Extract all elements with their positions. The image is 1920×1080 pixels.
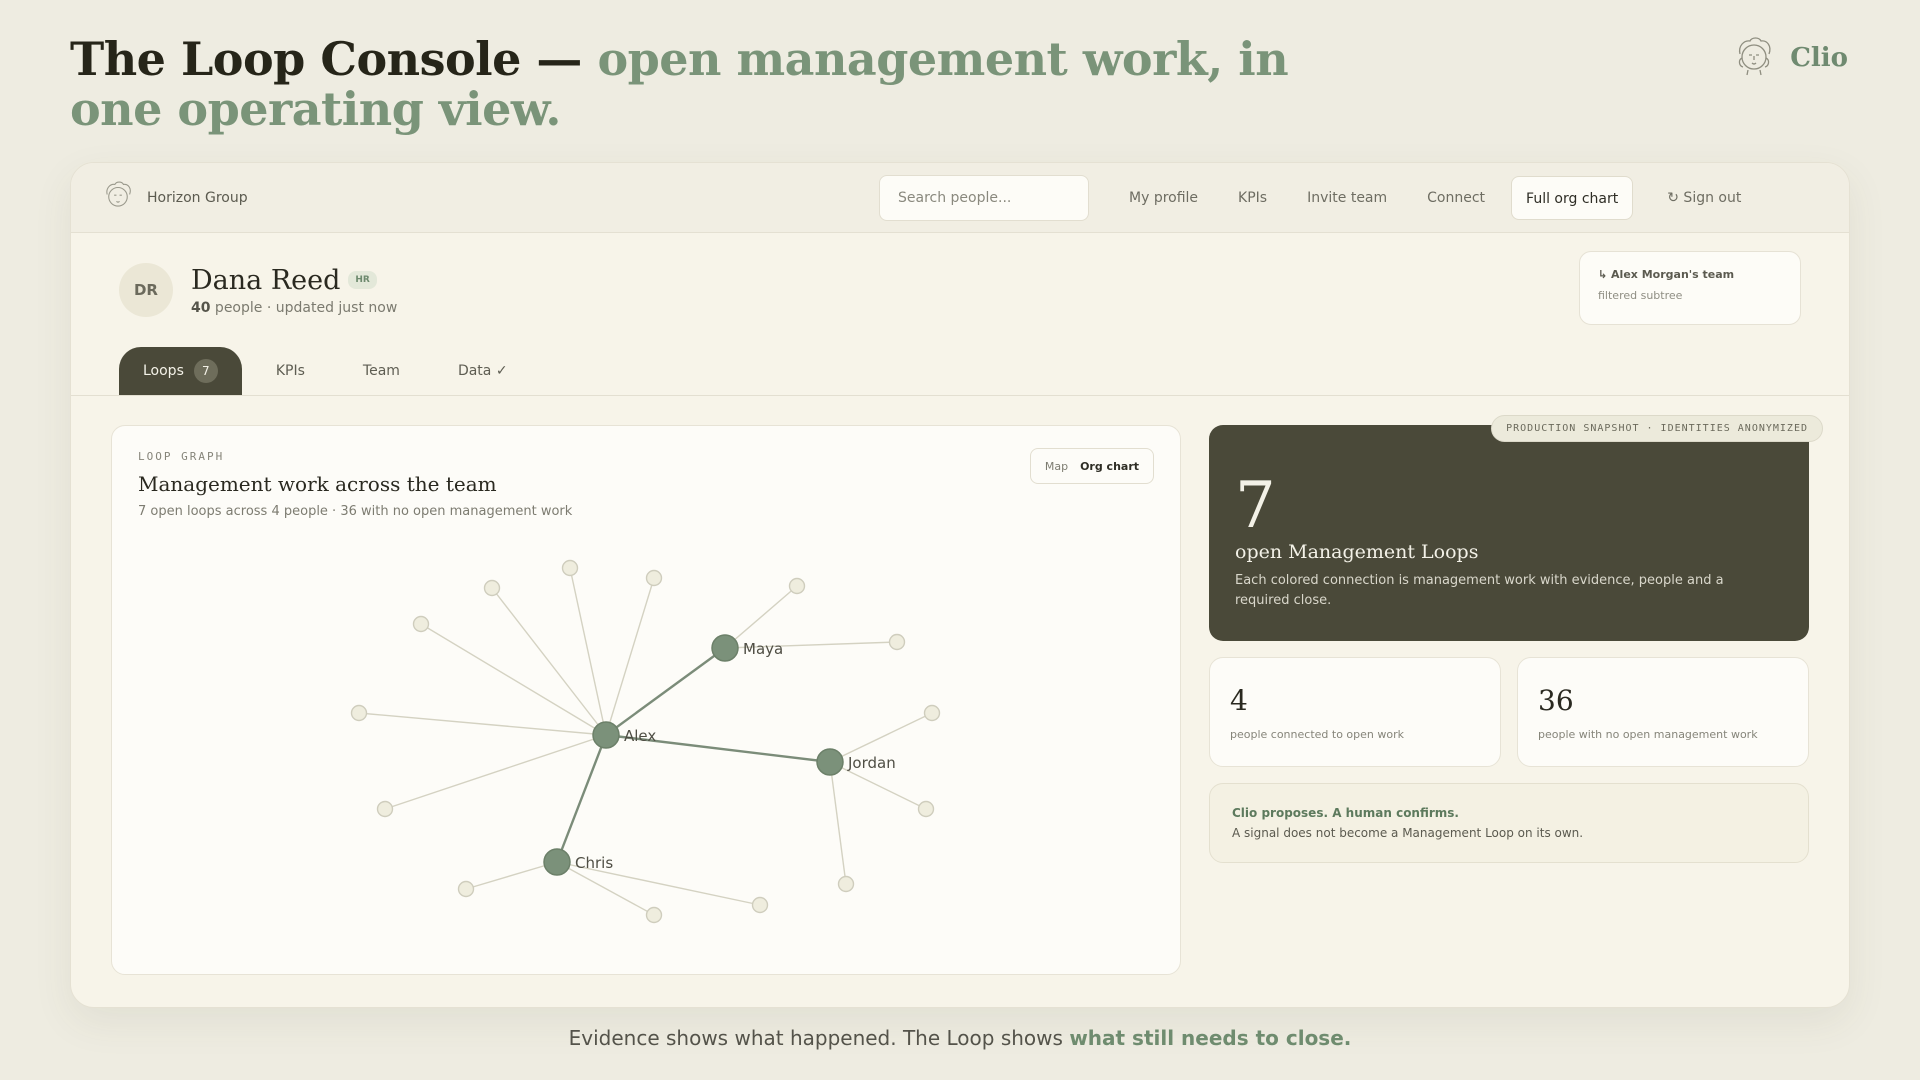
tab-loops[interactable]: Loops 7 xyxy=(119,347,242,395)
graph-node-label: Jordan xyxy=(847,754,896,772)
graph-subtitle: 7 open loops across 4 people · 36 with n… xyxy=(138,504,573,519)
team-filter-card[interactable]: ↳ Alex Morgan's team filtered subtree xyxy=(1579,251,1801,325)
graph-leaf-node xyxy=(350,704,368,722)
graph-edge xyxy=(465,861,558,890)
brand: Clio xyxy=(1732,36,1848,80)
tabs-divider xyxy=(71,395,1849,396)
profile-name: Dana Reed xyxy=(191,264,341,296)
graph-person-node xyxy=(592,721,620,749)
graph-leaf-node xyxy=(917,800,935,818)
stat-number: 4 xyxy=(1230,684,1248,717)
graph-node-label: Maya xyxy=(743,640,783,658)
graph-leaf-node xyxy=(923,704,941,722)
tab-kpis[interactable]: KPIs xyxy=(252,347,329,395)
org-name: Horizon Group xyxy=(147,189,248,206)
graph-edge xyxy=(358,712,607,736)
open-loops-hero: PRODUCTION SNAPSHOT · IDENTITIES ANONYMI… xyxy=(1209,415,1823,641)
footer-lead: Evidence shows what happened. The Loop s… xyxy=(568,1026,1070,1050)
open-loops-description: Each colored connection is management wo… xyxy=(1235,573,1724,608)
profile-meta-suffix: people · updated just now xyxy=(210,299,398,316)
graph-edge xyxy=(420,623,607,736)
profile-meta: 40 people · updated just now xyxy=(191,300,397,316)
tab-loops-label: Loops xyxy=(143,363,184,379)
top-nav: My profile KPIs Invite team Connect Full… xyxy=(1115,175,1755,221)
graph-leaf-node xyxy=(457,880,475,898)
stat-label: people with no open management work xyxy=(1538,728,1758,741)
loop-edge xyxy=(555,734,608,863)
tab-data[interactable]: Data ✓ xyxy=(434,347,532,395)
graph-edge xyxy=(724,585,798,649)
graph-leaf-node xyxy=(561,559,579,577)
graph-leaf-node xyxy=(888,633,906,651)
stat-card-connected: 4 people connected to open work xyxy=(1209,657,1501,767)
open-loops-label: open Management Loops xyxy=(1235,541,1479,563)
graph-leaf-node xyxy=(376,800,394,818)
org-switcher[interactable]: Horizon Group xyxy=(101,180,248,216)
page-headline: The Loop Console — open management work,… xyxy=(70,34,1310,134)
brand-name: Clio xyxy=(1790,43,1848,73)
nav-connect[interactable]: Connect xyxy=(1413,176,1499,220)
view-toggle: Map Org chart xyxy=(1029,448,1154,484)
graph-leaf-node xyxy=(837,875,855,893)
view-toggle-map[interactable]: Map xyxy=(1045,460,1068,473)
stat-number: 36 xyxy=(1538,684,1574,717)
graph-edge xyxy=(384,734,607,810)
view-toggle-org-chart[interactable]: Org chart xyxy=(1080,460,1139,473)
console-window: Horizon Group My profile KPIs Invite tea… xyxy=(70,162,1850,1008)
top-bar: Horizon Group My profile KPIs Invite tea… xyxy=(71,163,1849,233)
stat-label: people connected to open work xyxy=(1230,728,1404,741)
graph-leaf-node xyxy=(751,896,769,914)
graph-edge xyxy=(605,577,655,736)
org-logo-icon xyxy=(101,180,135,216)
profile-header: DR Dana Reed HR 40 people · updated just… xyxy=(119,263,397,317)
graph-edge xyxy=(491,587,607,736)
clio-face-logo-icon xyxy=(1732,36,1776,80)
full-org-chart-button[interactable]: Full org chart xyxy=(1511,176,1634,220)
graph-eyebrow: LOOP GRAPH xyxy=(138,450,225,463)
stat-card-no-open-work: 36 people with no open management work xyxy=(1517,657,1809,767)
graph-leaf-node xyxy=(645,569,663,587)
team-filter-subtitle: filtered subtree xyxy=(1598,289,1683,302)
loop-edge xyxy=(605,647,726,736)
graph-leaf-node xyxy=(483,579,501,597)
graph-person-node xyxy=(711,634,739,662)
tab-team[interactable]: Team xyxy=(339,347,424,395)
note-title: Clio proposes. A human confirms. xyxy=(1232,806,1459,820)
note-text: A signal does not become a Management Lo… xyxy=(1232,826,1584,840)
team-filter-title: ↳ Alex Morgan's team xyxy=(1598,268,1735,281)
footer-tagline: Evidence shows what happened. The Loop s… xyxy=(0,1026,1920,1050)
graph-node-label: Alex xyxy=(624,727,656,745)
graph-title: Management work across the team xyxy=(138,472,497,496)
graph-leaf-node xyxy=(645,906,663,924)
open-loops-count: 7 xyxy=(1235,469,1276,543)
sign-out-button[interactable]: ↻ Sign out xyxy=(1653,176,1755,220)
tab-bar: Loops 7 KPIs Team Data ✓ xyxy=(119,347,542,395)
nav-my-profile[interactable]: My profile xyxy=(1115,176,1212,220)
graph-person-node xyxy=(543,848,571,876)
graph-leaf-node xyxy=(412,615,430,633)
role-badge: HR xyxy=(348,271,377,289)
graph-edge xyxy=(569,567,607,736)
graph-edge xyxy=(829,761,847,885)
avatar: DR xyxy=(119,263,173,317)
headline-lead: The Loop Console — xyxy=(70,32,598,86)
graph-leaf-node xyxy=(788,577,806,595)
search-people-input[interactable] xyxy=(879,175,1089,221)
footer-accent: what still needs to close. xyxy=(1069,1026,1352,1050)
loop-graph-card: Alex Maya Jordan Chris LOOP GRAPH Managemen… xyxy=(111,425,1181,975)
nav-kpis[interactable]: KPIs xyxy=(1224,176,1281,220)
graph-person-node xyxy=(816,748,844,776)
confirmation-note: Clio proposes. A human confirms. A signa… xyxy=(1209,783,1809,863)
people-count: 40 xyxy=(191,299,211,316)
snapshot-badge: PRODUCTION SNAPSHOT · IDENTITIES ANONYMI… xyxy=(1491,415,1823,442)
graph-node-label: Chris xyxy=(575,854,613,872)
tab-loops-count: 7 xyxy=(193,359,218,383)
nav-invite-team[interactable]: Invite team xyxy=(1293,176,1401,220)
